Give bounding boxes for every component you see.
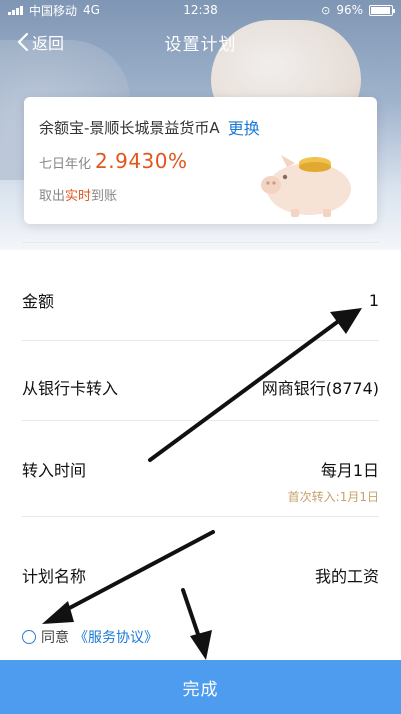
chevron-left-icon xyxy=(17,32,29,52)
withdraw-suffix: 到账 xyxy=(91,189,118,204)
amount-row[interactable]: 金额 1 xyxy=(22,288,379,312)
withdraw-prefix: 取出 xyxy=(39,189,66,204)
agreement-radio[interactable] xyxy=(22,630,36,644)
amount-label: 金额 xyxy=(22,292,55,311)
divider xyxy=(22,516,379,517)
divider xyxy=(22,420,379,421)
bank-card-row[interactable]: 从银行卡转入 网商银行(8774) xyxy=(22,375,379,399)
amount-value[interactable]: 1 xyxy=(369,291,379,310)
plan-name-label: 计划名称 xyxy=(22,567,87,586)
nav-bar: 返回 设置计划 xyxy=(0,24,401,60)
plan-name-value[interactable]: 我的工资 xyxy=(315,563,379,587)
first-transfer-note: 首次转入:1月1日 xyxy=(287,490,379,504)
clock: 12:38 xyxy=(183,3,218,17)
fund-name: 余额宝-景顺长城景益货币A xyxy=(39,118,220,137)
annotation-arrow-done xyxy=(181,588,212,660)
battery-percent: 96% xyxy=(336,3,363,17)
fund-card: 余额宝-景顺长城景益货币A 更换 七日年化 2.9430% 取出实时到账 xyxy=(24,97,377,224)
carrier-label: 中国移动 xyxy=(29,3,78,18)
bank-card-value: 网商银行(8774) xyxy=(261,379,379,398)
yield-value: 2.9430% xyxy=(95,149,188,173)
battery-icon xyxy=(369,4,395,16)
network-label: 4G xyxy=(83,3,100,17)
transfer-time-label: 转入时间 xyxy=(22,461,87,480)
change-fund-link[interactable]: 更换 xyxy=(228,115,260,139)
transfer-time-row[interactable]: 转入时间 每月1日 xyxy=(22,457,379,481)
orientation-lock-icon: ⊙ xyxy=(321,3,331,17)
back-label: 返回 xyxy=(32,34,65,53)
divider xyxy=(22,340,379,341)
agreement: 同意 《服务协议》 xyxy=(22,627,158,647)
yield-label: 七日年化 xyxy=(39,157,92,172)
divider xyxy=(22,242,379,243)
withdraw-highlight: 实时 xyxy=(65,189,92,204)
signal-icon xyxy=(8,5,23,15)
agreement-text: 同意 xyxy=(41,630,69,646)
back-button[interactable]: 返回 xyxy=(16,30,64,54)
transfer-time-value: 每月1日 xyxy=(320,461,379,480)
piggy-bank-icon xyxy=(261,155,351,217)
done-label: 完成 xyxy=(182,679,219,700)
bank-card-label: 从银行卡转入 xyxy=(22,379,119,398)
done-button[interactable]: 完成 xyxy=(0,660,401,714)
service-agreement-link[interactable]: 《服务协议》 xyxy=(74,627,158,647)
status-bar: 中国移动 4G 12:38 ⊙ 96% xyxy=(0,0,401,20)
plan-name-row[interactable]: 计划名称 我的工资 xyxy=(22,563,379,587)
page-title: 设置计划 xyxy=(164,34,237,55)
